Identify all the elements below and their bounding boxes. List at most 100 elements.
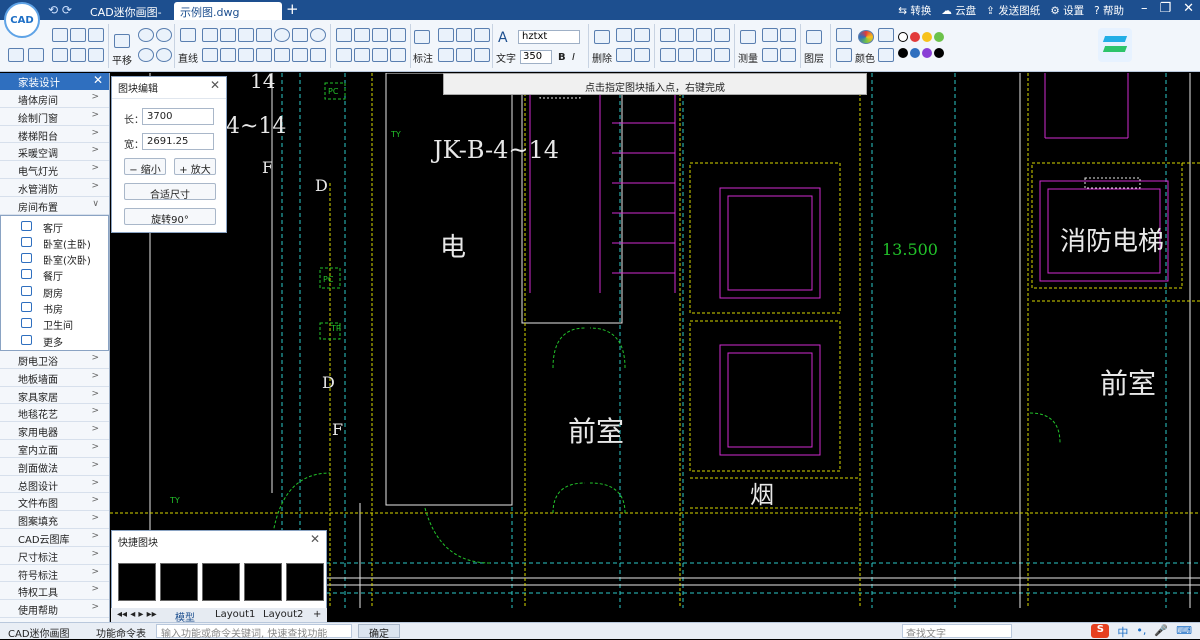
annotate-label[interactable]: 标注 bbox=[413, 50, 433, 65]
sidebar-item-floors[interactable]: 地板墙面 > bbox=[0, 369, 109, 387]
sidebar-item-dimension[interactable]: 尺寸标注 > bbox=[0, 547, 109, 565]
zoom-out-icon[interactable] bbox=[156, 28, 172, 42]
polygon-icon[interactable] bbox=[220, 48, 236, 62]
block-thumbnail[interactable] bbox=[118, 563, 156, 601]
move-icon[interactable] bbox=[336, 28, 352, 42]
distance-icon[interactable] bbox=[780, 28, 796, 42]
radius-dim-icon[interactable] bbox=[456, 48, 472, 62]
image-export-icon[interactable] bbox=[88, 48, 104, 62]
dimension-icon[interactable] bbox=[414, 30, 430, 44]
ray-icon[interactable] bbox=[220, 28, 236, 42]
chamfer-icon[interactable] bbox=[714, 28, 730, 42]
block-thumbnail[interactable] bbox=[160, 563, 198, 601]
bold-button[interactable]: B bbox=[558, 52, 566, 63]
region-icon[interactable] bbox=[310, 48, 326, 62]
ellipse-icon[interactable] bbox=[310, 28, 326, 42]
double-line-icon[interactable] bbox=[238, 28, 254, 42]
tab-layout2[interactable]: Layout2 bbox=[259, 609, 307, 622]
mic-icon[interactable]: 🎤 bbox=[1154, 624, 1168, 640]
bg-color-icon[interactable] bbox=[878, 48, 894, 62]
sidebar-item-tools[interactable]: 特权工具 > bbox=[0, 582, 109, 601]
measure-label[interactable]: 测量 bbox=[738, 50, 758, 65]
tab-drawing[interactable]: 示例图.dwg bbox=[174, 2, 282, 20]
punctuation-icon[interactable]: •, bbox=[1136, 624, 1146, 640]
mirror-icon[interactable] bbox=[354, 28, 370, 42]
sidebar-item-electric[interactable]: 电气灯光 > bbox=[0, 161, 109, 179]
delete-icon[interactable] bbox=[594, 30, 610, 44]
hand-icon[interactable] bbox=[114, 34, 130, 48]
pan-label[interactable]: 平移 bbox=[112, 52, 132, 67]
enlarge-button[interactable]: + 放大 bbox=[174, 158, 216, 176]
print-icon[interactable] bbox=[52, 48, 68, 62]
sidebar-item-help[interactable]: 使用帮助 > bbox=[0, 600, 109, 618]
swatch-purple[interactable] bbox=[922, 48, 932, 58]
line-icon[interactable] bbox=[180, 28, 196, 42]
sidebar-item-section[interactable]: 剖面做法 > bbox=[0, 458, 109, 476]
delete-label[interactable]: 删除 bbox=[592, 50, 612, 65]
room-item-study[interactable]: 书房 bbox=[1, 299, 108, 316]
room-item-master-bed[interactable]: 卧室(主卧) bbox=[1, 234, 108, 251]
swatch-green[interactable] bbox=[934, 32, 944, 42]
rotate-90-button[interactable]: 旋转90° bbox=[124, 208, 216, 226]
fit-size-button[interactable]: 合适尺寸 bbox=[124, 183, 216, 201]
length-input[interactable]: 3700 bbox=[142, 108, 214, 125]
trim-icon[interactable] bbox=[372, 28, 388, 42]
zoom-in-icon[interactable] bbox=[138, 28, 154, 42]
tab-model[interactable]: 模型 bbox=[171, 609, 199, 624]
settings-button[interactable]: ⚙ 设置 bbox=[1050, 3, 1084, 18]
color-wheel-icon[interactable] bbox=[858, 30, 874, 44]
open-file-icon[interactable] bbox=[70, 28, 86, 42]
cloud-line-icon[interactable] bbox=[256, 48, 272, 62]
polyline-icon[interactable] bbox=[202, 28, 218, 42]
command-input[interactable]: 输入功能或命令关键词, 快速查找功能 bbox=[156, 624, 352, 640]
convert-button[interactable]: ⇆ 转换 bbox=[898, 3, 931, 18]
point-icon[interactable] bbox=[292, 48, 308, 62]
table-icon[interactable] bbox=[762, 48, 778, 62]
save-icon[interactable] bbox=[88, 28, 104, 42]
zoom-extent-icon[interactable] bbox=[156, 48, 172, 62]
sidebar-item-symbols[interactable]: 符号标注 > bbox=[0, 565, 109, 583]
layer-label[interactable]: 图层 bbox=[804, 50, 824, 65]
fill-color-icon[interactable] bbox=[878, 28, 894, 42]
room-item-bathroom[interactable]: 卫生间 bbox=[1, 315, 108, 332]
aligned-dim-icon[interactable] bbox=[438, 28, 454, 42]
block-icon[interactable] bbox=[390, 28, 406, 42]
line-label[interactable]: 直线 bbox=[178, 50, 198, 65]
font-size-select[interactable]: 350 bbox=[520, 50, 552, 64]
offset-icon[interactable] bbox=[354, 48, 370, 62]
text-label[interactable]: 文字 bbox=[496, 50, 516, 65]
swatch-black[interactable] bbox=[898, 48, 908, 58]
lineweight-icon[interactable] bbox=[836, 48, 852, 62]
explode-icon[interactable] bbox=[634, 48, 650, 62]
swatch-blue[interactable] bbox=[910, 48, 920, 58]
sidebar-item-hatch[interactable]: 图案填充 > bbox=[0, 511, 109, 529]
measure-icon[interactable] bbox=[740, 30, 756, 44]
scale-icon[interactable] bbox=[678, 28, 694, 42]
export-icon[interactable] bbox=[28, 48, 44, 62]
sidebar-item-furniture[interactable]: 家具家居 > bbox=[0, 387, 109, 405]
width-input[interactable]: 2691.25 bbox=[142, 133, 214, 150]
sidebar-item-elevation[interactable]: 室内立面 > bbox=[0, 440, 109, 458]
minimize-icon[interactable]: – bbox=[1141, 1, 1148, 16]
layout-nav-icons[interactable]: ◂◂ ◂ ▸ ▸▸ bbox=[113, 609, 161, 622]
ime-lang[interactable]: 中 bbox=[1117, 624, 1128, 640]
sidebar-item-doors[interactable]: 绘制门窗 > bbox=[0, 108, 109, 126]
block-thumbnail[interactable] bbox=[202, 563, 240, 601]
command-table-tab[interactable]: 功能命令表 bbox=[96, 625, 146, 640]
area-icon[interactable] bbox=[762, 28, 778, 42]
sidebar-item-site[interactable]: 总图设计 > bbox=[0, 476, 109, 494]
add-layout-button[interactable]: + bbox=[309, 609, 325, 622]
block-thumbnail[interactable] bbox=[286, 563, 324, 601]
tab-home[interactable]: CAD迷你画图-首页 bbox=[84, 2, 170, 35]
new-file-icon[interactable] bbox=[52, 28, 68, 42]
spline-icon[interactable] bbox=[238, 48, 254, 62]
sidebar-item-stairs[interactable]: 楼梯阳台 > bbox=[0, 126, 109, 144]
stretch-icon[interactable] bbox=[660, 28, 676, 42]
join-icon[interactable] bbox=[696, 48, 712, 62]
room-item-dining[interactable]: 餐厅 bbox=[1, 266, 108, 283]
cut-icon[interactable] bbox=[634, 28, 650, 42]
sidebar-item-cloud-library[interactable]: CAD云图库 > bbox=[0, 529, 109, 547]
tab-layout1[interactable]: Layout1 bbox=[211, 609, 259, 622]
pdf-icon[interactable] bbox=[70, 48, 86, 62]
swatch-yellow[interactable] bbox=[922, 32, 932, 42]
